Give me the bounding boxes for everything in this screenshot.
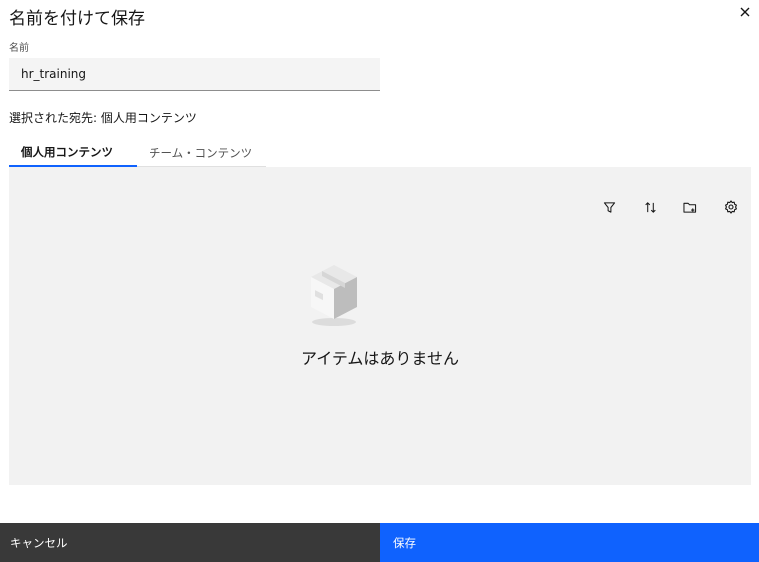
tab-personal-content[interactable]: 個人用コンテンツ <box>9 139 137 167</box>
empty-state-message: アイテムはありません <box>301 349 459 368</box>
settings-button[interactable] <box>720 196 742 218</box>
close-button[interactable] <box>733 0 757 24</box>
close-icon <box>740 7 750 17</box>
dialog-title: 名前を付けて保存 <box>9 9 145 29</box>
selected-destination-text: 選択された宛先: 個人用コンテンツ <box>9 111 197 125</box>
tab-label: 個人用コンテンツ <box>21 145 113 159</box>
save-button[interactable]: 保存 <box>380 523 759 562</box>
new-folder-icon <box>683 202 697 213</box>
sort-button[interactable] <box>639 196 661 218</box>
content-panel: アイテムはありません <box>9 167 751 485</box>
filter-button[interactable] <box>598 196 620 218</box>
filter-icon <box>603 201 615 213</box>
tab-label: チーム・コンテンツ <box>149 145 253 160</box>
settings-icon <box>725 200 737 214</box>
tab-team-content[interactable]: チーム・コンテンツ <box>137 139 266 167</box>
name-input[interactable] <box>9 58 380 91</box>
name-field-label: 名前 <box>9 43 29 54</box>
sort-icon <box>644 201 656 213</box>
tab-bar: 個人用コンテンツ チーム・コンテンツ <box>9 139 266 167</box>
dialog-footer: キャンセル 保存 <box>0 523 759 562</box>
cancel-button[interactable]: キャンセル <box>0 523 380 562</box>
empty-box-icon <box>311 265 357 326</box>
new-folder-button[interactable] <box>679 196 701 218</box>
